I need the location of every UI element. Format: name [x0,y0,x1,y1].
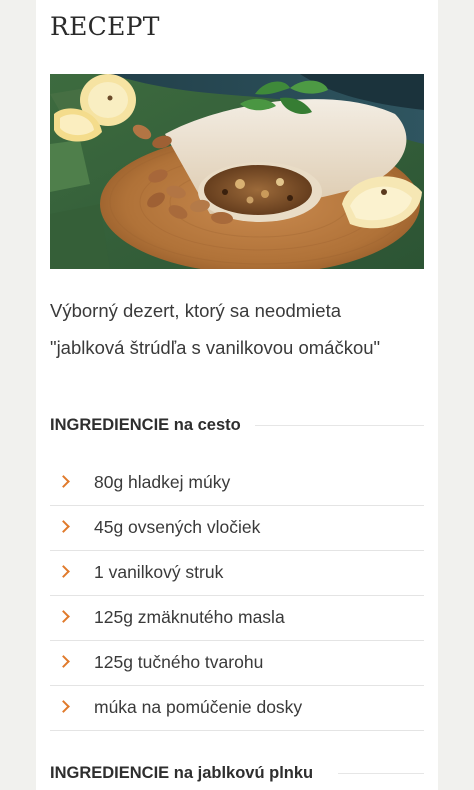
chevron-right-icon [57,520,70,533]
ingredient-text: 125g tučného tvarohu [94,652,264,672]
strudel-photo [50,74,424,269]
intro-line-1: Výborný dezert, ktorý sa neodmieta [50,300,342,321]
ingredient-text: 80g hladkej múky [94,472,231,492]
list-item: 125g tučného tvarohu [50,641,424,686]
section-heading-filling: INGREDIENCIE na jablkovú plnku [50,760,424,788]
section-divider [338,773,424,774]
ingredient-text: múka na pomúčenie dosky [94,697,303,717]
intro-line-2: "jablková štrúdľa s vanilkovou omáčkou" [50,337,381,358]
list-item: 80g hladkej múky [50,461,424,506]
section-divider [255,425,424,426]
chevron-right-icon [57,610,70,623]
chevron-right-icon [57,700,70,713]
list-item: 1 vanilkový struk [50,551,424,596]
ingredient-text: 45g ovsených vločiek [94,517,261,537]
ingredient-text: 1 vanilkový struk [94,562,224,582]
chevron-right-icon [57,655,70,668]
list-item: múka na pomúčenie dosky [50,686,424,731]
recipe-intro: Výborný dezert, ktorý sa neodmieta "jabl… [50,292,430,366]
list-item: 125g zmäknutého masla [50,596,424,641]
section-heading-dough-label: INGREDIENCIE na cesto [50,416,241,434]
chevron-right-icon [57,565,70,578]
section-heading-dough: INGREDIENCIE na cesto [50,412,424,440]
ingredient-text: 125g zmäknutého masla [94,607,285,627]
list-item: 45g ovsených vločiek [50,506,424,551]
section-heading-filling-label: INGREDIENCIE na jablkovú plnku [50,764,314,782]
chevron-right-icon [57,475,70,488]
recipe-card: RECEPT Výborný dezert, ktorý sa neodmiet… [36,0,438,790]
recipe-title: RECEPT [50,12,160,41]
ingredient-list-dough: 80g hladkej múky 45g ovsených vločiek 1 … [50,461,424,731]
